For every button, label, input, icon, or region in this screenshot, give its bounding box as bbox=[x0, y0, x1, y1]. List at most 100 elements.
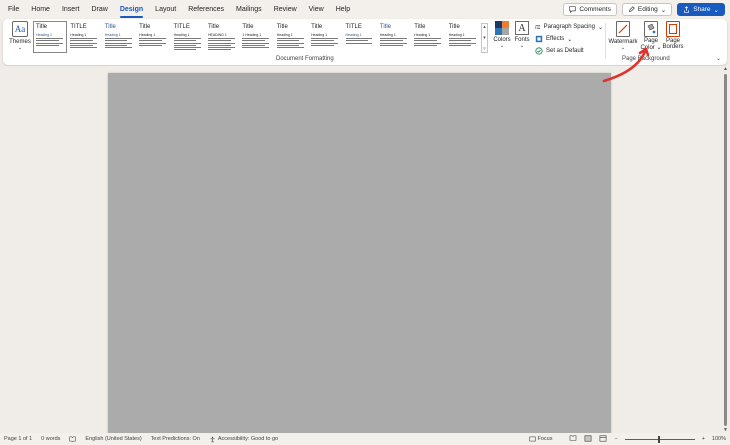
menu-design[interactable]: Design bbox=[114, 0, 149, 20]
paragraph-spacing-button[interactable]: Paragraph Spacing ⌄ bbox=[535, 21, 603, 33]
menu-home[interactable]: Home bbox=[25, 0, 56, 20]
style-set-item[interactable]: TITLE Heading 1 bbox=[67, 21, 101, 53]
gallery-scroll[interactable]: ▴ ▾ ▿ bbox=[481, 23, 488, 53]
chevron-down-icon: ⌄ bbox=[567, 36, 573, 43]
accessibility-status[interactable]: Accessibility: Good to go bbox=[209, 436, 278, 443]
style-sample-line bbox=[311, 44, 334, 46]
style-set-heading: Heading 1 bbox=[345, 33, 362, 37]
style-sample-line bbox=[139, 42, 167, 44]
style-sample-line bbox=[448, 38, 476, 40]
style-set-item[interactable]: Title 1 Heading 1 bbox=[239, 21, 273, 53]
style-sample-line bbox=[276, 44, 300, 46]
zoom-out-icon[interactable]: − bbox=[614, 436, 617, 442]
style-sample-line bbox=[311, 42, 339, 44]
effects-icon bbox=[535, 35, 543, 43]
style-set-title: TITLE bbox=[173, 24, 190, 30]
scrollbar-thumb[interactable] bbox=[724, 74, 727, 426]
style-set-item[interactable]: Title Heading 1 bbox=[377, 21, 411, 53]
style-set-heading: Heading 1 bbox=[36, 33, 52, 37]
set-as-default-button[interactable]: Set as Default bbox=[535, 45, 603, 57]
page-color-button[interactable]: Page Color ⌄ bbox=[639, 21, 663, 51]
word-count[interactable]: 0 words bbox=[41, 436, 60, 442]
style-sample-line bbox=[207, 42, 235, 44]
web-layout-icon[interactable] bbox=[599, 434, 607, 444]
scroll-up-arrow-icon[interactable]: ▲ bbox=[723, 66, 728, 72]
menu-help[interactable]: Help bbox=[330, 0, 356, 20]
effects-button[interactable]: Effects ⌄ bbox=[535, 33, 603, 45]
share-button[interactable]: Share ⌄ bbox=[677, 3, 725, 16]
menu-view[interactable]: View bbox=[303, 0, 330, 20]
zoom-slider[interactable] bbox=[624, 435, 695, 443]
style-sample-line bbox=[276, 40, 300, 42]
menu-references[interactable]: References bbox=[182, 0, 230, 20]
collapse-ribbon-icon[interactable]: ⌄ bbox=[716, 55, 721, 62]
style-sample-line bbox=[414, 38, 442, 40]
style-set-item[interactable]: Title HEADING 1 bbox=[205, 21, 239, 53]
menu-file[interactable]: File bbox=[2, 0, 25, 20]
page-count[interactable]: Page 1 of 1 bbox=[4, 436, 32, 442]
text-predictions-status[interactable]: Text Predictions: On bbox=[151, 436, 200, 442]
style-set-item[interactable]: Title Heading 1 bbox=[33, 21, 68, 53]
zoom-level[interactable]: 100% bbox=[712, 436, 726, 442]
comments-label: Comments bbox=[579, 6, 611, 13]
zoom-slider-thumb[interactable] bbox=[657, 435, 660, 443]
style-sample-line bbox=[207, 40, 231, 42]
style-set-title: Title bbox=[36, 24, 48, 30]
comments-button[interactable]: Comments bbox=[563, 3, 617, 16]
page-color-label-2: Color ⌄ bbox=[640, 45, 662, 51]
style-set-item[interactable]: Title Heading 1 bbox=[102, 21, 136, 53]
editing-mode-button[interactable]: Editing ⌄ bbox=[621, 3, 673, 16]
more-icon[interactable]: ▿ bbox=[483, 46, 486, 52]
style-sample-line bbox=[242, 44, 266, 46]
page-borders-button[interactable]: Page Borders bbox=[661, 21, 685, 50]
read-mode-icon[interactable] bbox=[569, 435, 577, 443]
colors-button[interactable]: Colors ⌄ bbox=[492, 21, 512, 49]
document-page[interactable] bbox=[108, 73, 611, 433]
print-layout-icon[interactable] bbox=[584, 434, 592, 444]
zoom-in-icon[interactable]: + bbox=[702, 436, 705, 442]
style-set-item[interactable]: TITLE Heading 1 bbox=[343, 21, 377, 53]
style-set-item[interactable]: TITLE Heading 1 bbox=[171, 21, 205, 53]
style-set-title: Title bbox=[414, 24, 426, 30]
menu-draw[interactable]: Draw bbox=[85, 0, 113, 20]
vertical-scrollbar[interactable]: ▲ ▼ bbox=[722, 66, 730, 433]
themes-button[interactable]: Aa Themes ⌄ bbox=[8, 21, 32, 61]
style-set-item[interactable]: Title Heading 1 bbox=[136, 21, 170, 53]
focus-button[interactable]: Focus bbox=[528, 436, 552, 442]
fonts-button[interactable]: A Fonts ⌄ bbox=[513, 21, 531, 49]
scroll-down-icon[interactable]: ▾ bbox=[483, 35, 486, 41]
style-set-item[interactable]: Title Heading 1 bbox=[308, 21, 342, 53]
chevron-down-icon: ⌄ bbox=[660, 6, 667, 14]
style-sample-line bbox=[173, 40, 197, 42]
share-icon bbox=[684, 6, 690, 13]
style-set-item[interactable]: Title Heading 1 bbox=[274, 21, 308, 53]
watermark-button[interactable]: Watermark ⌄ bbox=[607, 21, 639, 51]
menu-insert[interactable]: Insert bbox=[56, 0, 86, 20]
menu-layout[interactable]: Layout bbox=[149, 0, 182, 20]
paragraph-options: Paragraph Spacing ⌄ Effects ⌄ Set as Def… bbox=[535, 21, 603, 57]
menu-review[interactable]: Review bbox=[268, 0, 303, 20]
style-set-heading: Heading 1 bbox=[379, 33, 396, 37]
style-set-item[interactable]: Title Heading 1 bbox=[411, 21, 445, 53]
proofing-status[interactable] bbox=[69, 436, 76, 442]
style-set-title: TITLE bbox=[345, 24, 362, 30]
document-formatting-label: Document Formatting bbox=[276, 56, 334, 62]
menu-mailings[interactable]: Mailings bbox=[230, 0, 268, 20]
editing-label: Editing bbox=[637, 6, 658, 13]
chevron-down-icon: ⌄ bbox=[17, 45, 23, 51]
status-bar: Page 1 of 1 0 words English (United Stat… bbox=[0, 433, 730, 445]
style-sample-line bbox=[173, 49, 197, 51]
scroll-up-icon[interactable]: ▴ bbox=[483, 24, 486, 30]
font-icon: A bbox=[515, 21, 529, 35]
group-divider bbox=[605, 23, 606, 59]
style-sample-line bbox=[104, 40, 128, 42]
style-sample-line bbox=[173, 44, 197, 46]
checkmark-circle-icon bbox=[535, 47, 543, 55]
style-sample-line bbox=[36, 42, 63, 44]
language-status[interactable]: English (United States) bbox=[85, 436, 141, 442]
style-sample-line bbox=[70, 38, 98, 40]
style-set-item[interactable]: Title Heading 1 bbox=[446, 21, 480, 53]
style-set-title: Title bbox=[311, 24, 323, 30]
comment-icon bbox=[569, 6, 577, 13]
style-set-heading: Heading 1 bbox=[276, 33, 293, 37]
